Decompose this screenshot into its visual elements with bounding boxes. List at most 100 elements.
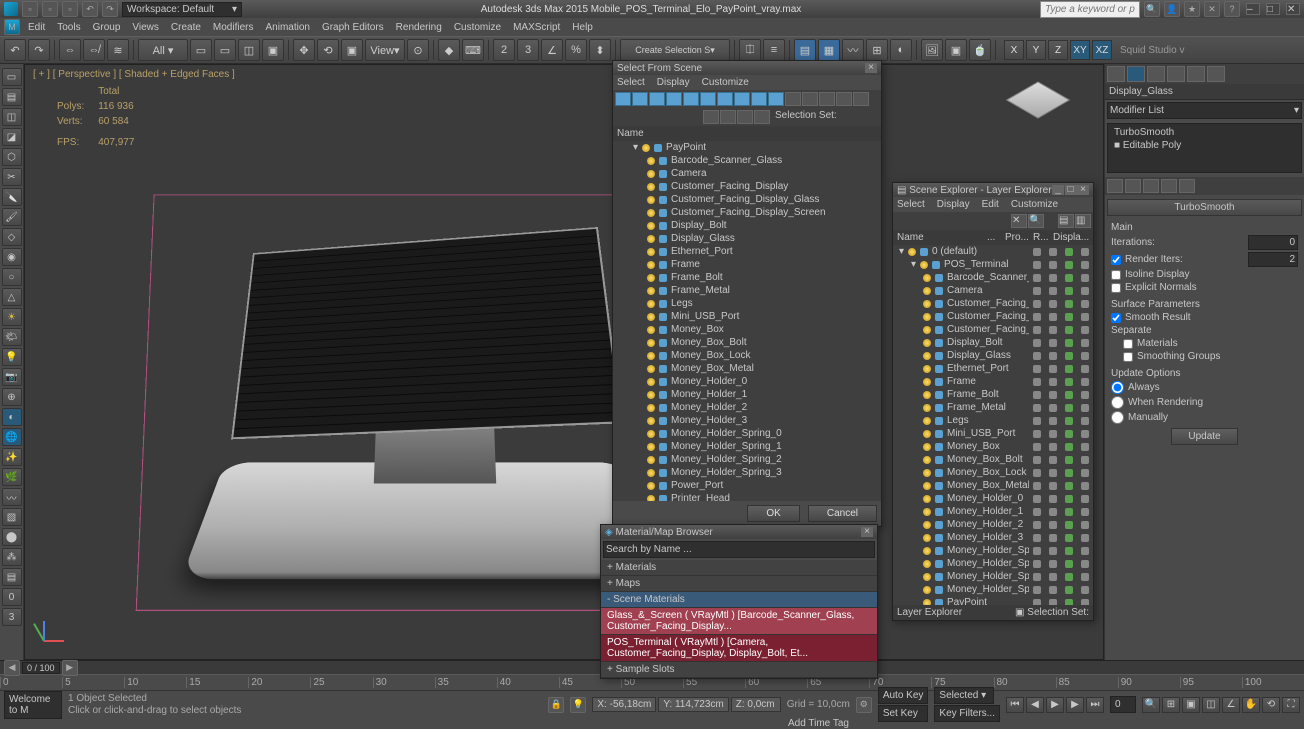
sfs-item[interactable]: Money_Holder_2 xyxy=(613,401,881,414)
sfs-item[interactable]: Mini_USB_Port xyxy=(613,310,881,323)
select-object-button[interactable]: ▭ xyxy=(190,39,212,61)
tab-modify-icon[interactable] xyxy=(1127,66,1145,82)
configure-sets-icon[interactable] xyxy=(1179,179,1195,193)
timeline-next-icon[interactable]: ▶ xyxy=(62,660,78,676)
select-rotate-button[interactable]: ⟲ xyxy=(317,39,339,61)
ltool-daylight-icon[interactable]: 🌤 xyxy=(2,328,22,346)
mb-titlebar[interactable]: ◈ Material/Map Browser× xyxy=(601,525,877,539)
menu-modifiers[interactable]: Modifiers xyxy=(207,20,260,35)
smooth-result-check[interactable] xyxy=(1111,313,1121,323)
menu-graph-editors[interactable]: Graph Editors xyxy=(316,20,390,35)
update-button[interactable]: Update xyxy=(1171,428,1237,445)
ref-coord-combo[interactable]: View▾ xyxy=(365,39,405,61)
tab-create-icon[interactable] xyxy=(1107,66,1125,82)
le-item[interactable]: Money_Holder_3 xyxy=(893,531,1093,544)
sfs-filter-all-icon[interactable] xyxy=(615,92,631,106)
le-item[interactable]: Barcode_Scanner_Glass xyxy=(893,271,1093,284)
time-slider-position[interactable]: 0 / 100 xyxy=(22,662,60,674)
le-pin-icon[interactable]: ▣ xyxy=(1015,607,1024,618)
explicit-normals-check[interactable] xyxy=(1111,283,1121,293)
sfs-filter-warp-icon[interactable] xyxy=(717,92,733,106)
sfs-view-list-icon[interactable] xyxy=(785,92,801,106)
select-by-name-button[interactable]: ▭ xyxy=(214,39,236,61)
ltool-render-icon[interactable]: 3 xyxy=(2,608,22,626)
le-item[interactable]: Money_Box_Metal xyxy=(893,479,1093,492)
window-maximize-button[interactable]: □ xyxy=(1266,3,1280,15)
le-item[interactable]: Money_Holder_2 xyxy=(893,518,1093,531)
update-always-radio[interactable] xyxy=(1111,381,1124,394)
ltool-massfx-icon[interactable]: ⬤ xyxy=(2,528,22,546)
sfs-view-b-icon[interactable] xyxy=(819,92,835,106)
material-editor-button[interactable]: ◐ xyxy=(890,39,912,61)
ltool-nurms-icon[interactable]: ◉ xyxy=(2,248,22,266)
menu-group[interactable]: Group xyxy=(87,20,127,35)
sfs-item[interactable]: Barcode_Scanner_Glass xyxy=(613,154,881,167)
sfs-item[interactable]: Frame_Bolt xyxy=(613,271,881,284)
bind-space-warp-button[interactable]: ≋ xyxy=(107,39,129,61)
link-button[interactable]: ⇔ xyxy=(59,39,81,61)
setkey-button[interactable]: Set Key xyxy=(878,705,929,722)
add-time-tag[interactable]: Add Time Tag xyxy=(788,718,849,729)
le-newlayer-icon[interactable]: ▤ xyxy=(1058,214,1074,228)
help-search-input[interactable] xyxy=(1040,1,1140,18)
ltool-helper-icon[interactable]: ⊕ xyxy=(2,388,22,406)
sfs-item[interactable]: Money_Holder_1 xyxy=(613,388,881,401)
sfs-item[interactable]: Ethernet_Port xyxy=(613,245,881,258)
ltool-cloth-icon[interactable]: ▧ xyxy=(2,508,22,526)
help-icon[interactable]: ? xyxy=(1224,1,1240,17)
qat-open-icon[interactable]: ▫ xyxy=(42,1,58,17)
menu-create[interactable]: Create xyxy=(165,20,207,35)
sfs-titlebar[interactable]: Select From Scene× xyxy=(613,61,881,75)
sfs-item[interactable]: Display_Bolt xyxy=(613,219,881,232)
app-menu-icon[interactable]: M xyxy=(4,19,20,35)
axis-xy-button[interactable]: XY xyxy=(1070,40,1090,60)
redo-button[interactable]: ↷ xyxy=(28,39,50,61)
le-item[interactable]: ▾0 (default) xyxy=(893,245,1093,258)
modifier-stack[interactable]: TurboSmooth ■ Editable Poly xyxy=(1107,123,1302,173)
menu-views[interactable]: Views xyxy=(126,20,165,35)
ltool-quickslice-icon[interactable]: ✂ xyxy=(2,168,22,186)
pivot-center-button[interactable]: ⊙ xyxy=(407,39,429,61)
tab-hierarchy-icon[interactable] xyxy=(1147,66,1165,82)
keyboard-shortcut-button[interactable]: ⌨ xyxy=(462,39,484,61)
ltool-environment-icon[interactable]: 🌐 xyxy=(2,428,22,446)
sep-smoothing-check[interactable] xyxy=(1123,352,1133,362)
sfs-item[interactable]: Frame xyxy=(613,258,881,271)
le-item[interactable]: Money_Holder_Spring_3 xyxy=(893,583,1093,596)
make-unique-icon[interactable] xyxy=(1143,179,1159,193)
le-item[interactable]: Customer_Facing_Display xyxy=(893,297,1093,310)
sfs-menu-customize[interactable]: Customize xyxy=(702,77,749,88)
render-frame-button[interactable]: ▣ xyxy=(945,39,967,61)
le-item[interactable]: Frame_Metal xyxy=(893,401,1093,414)
ltool-layer-icon[interactable]: 0 xyxy=(2,588,22,606)
favorite-icon[interactable]: ★ xyxy=(1184,1,1200,17)
le-item[interactable]: Customer_Facing_Display_... xyxy=(893,310,1093,323)
mb-scene-mat-1[interactable]: POS_Terminal ( VRayMtl ) [Camera, Custom… xyxy=(601,635,877,662)
sfs-filter-geom-icon[interactable] xyxy=(632,92,648,106)
modifier-turbosmooth[interactable]: TurboSmooth xyxy=(1110,126,1299,139)
ltool-cut-icon[interactable]: 🔪 xyxy=(2,188,22,206)
mb-group-scene[interactable]: - Scene Materials xyxy=(601,592,877,608)
le-expand-icon[interactable]: ✕ xyxy=(1011,214,1027,228)
menu-animation[interactable]: Animation xyxy=(259,20,315,35)
modifier-editable-poly[interactable]: ■ Editable Poly xyxy=(1110,139,1299,152)
ltool-attach-icon[interactable]: ◫ xyxy=(2,108,22,126)
menu-rendering[interactable]: Rendering xyxy=(390,20,448,35)
sfs-col-name[interactable]: Name xyxy=(613,126,881,141)
ltool-tessellate-icon[interactable]: △ xyxy=(2,288,22,306)
selection-filter-combo[interactable]: All ▾ xyxy=(138,39,188,61)
key-mode-combo[interactable]: Selected ▾ xyxy=(934,687,994,704)
le-item[interactable]: Frame xyxy=(893,375,1093,388)
window-minimize-button[interactable]: – xyxy=(1246,3,1260,15)
snap-2d-button[interactable]: 2 xyxy=(493,39,515,61)
sfs-item[interactable]: Money_Box_Lock xyxy=(613,349,881,362)
le-item[interactable]: Ethernet_Port xyxy=(893,362,1093,375)
le-item[interactable]: ▾POS_Terminal xyxy=(893,258,1093,271)
mb-group-sample[interactable]: + Sample Slots xyxy=(601,662,877,678)
align-button[interactable]: ≡ xyxy=(763,39,785,61)
sfs-filter-camera-icon[interactable] xyxy=(683,92,699,106)
sfs-expand-icon[interactable] xyxy=(703,110,719,124)
sfs-filter-light-icon[interactable] xyxy=(666,92,682,106)
le-item[interactable]: Money_Holder_0 xyxy=(893,492,1093,505)
sfs-close-icon[interactable]: × xyxy=(865,63,877,73)
